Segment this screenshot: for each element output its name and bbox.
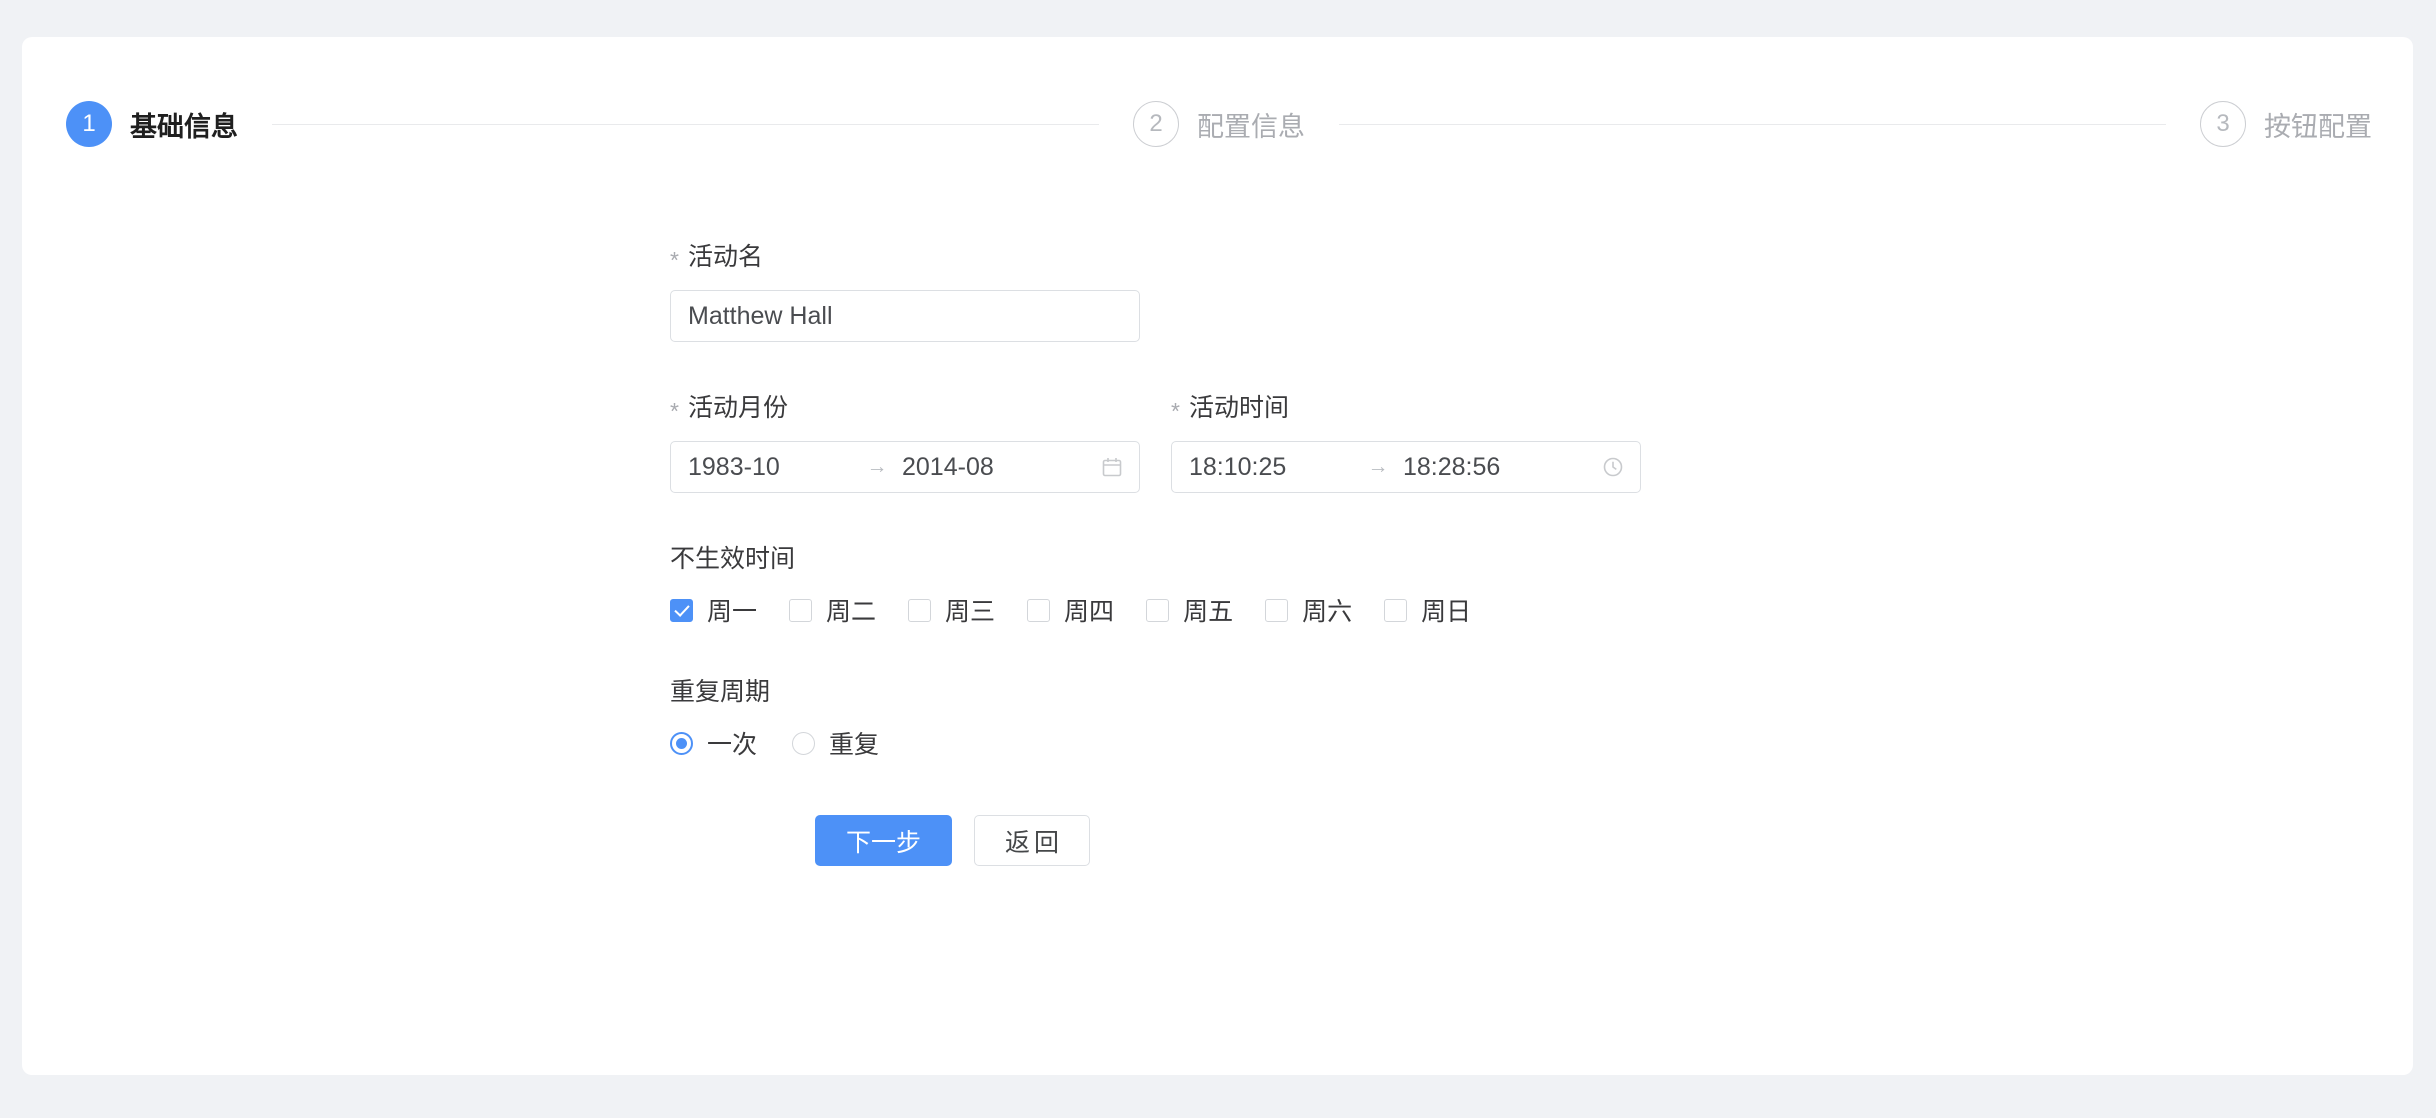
date-time-row: * 活动月份 1983-10 → 2014-08 * 活动时间 18:10:25… [670,388,2370,493]
radio-label-repeat: 重复 [829,731,880,759]
label-activity-name: * 活动名 [670,237,2370,273]
step-number-2: 2 [1149,110,1163,137]
step-number-3: 3 [2216,110,2230,137]
checkbox-label-3: 周三 [945,598,996,626]
label-text-activity-month: 活动月份 [687,394,788,422]
activity-month-end[interactable]: 2014-08 [899,453,1069,482]
field-activity-name: * 活动名 Matthew Hall [670,237,2370,342]
step-connector-1-2 [272,123,1099,125]
step-number-1: 1 [82,110,96,137]
label-activity-time: * 活动时间 [1171,388,1641,424]
checkbox-box-1[interactable] [670,598,693,622]
step-number-circle-1: 1 [66,101,112,147]
activity-name-value: Matthew Hall [688,301,833,330]
radio-label-once: 一次 [707,731,758,759]
activity-time-separator: → [1367,455,1389,478]
step-item-1[interactable]: 1 基础信息 [66,101,238,147]
back-button[interactable]: 返回 [974,815,1091,866]
label-activity-month: * 活动月份 [670,388,1140,424]
step-title-1: 基础信息 [130,111,238,142]
checkbox-box-7[interactable] [1384,598,1408,622]
radio-circle-once[interactable] [670,731,693,755]
checkbox-box-2[interactable] [789,598,813,622]
steps-indicator: 1 基础信息 2 配置信息 3 按钮配置 [66,95,2372,153]
step-number-circle-2: 2 [1133,101,1179,147]
checkbox-weekday-5[interactable]: 周五 [1146,592,1233,628]
repeat-cycle-radio-group: 一次 重复 [670,725,2370,761]
checkbox-box-6[interactable] [1265,598,1289,622]
activity-time-range-picker[interactable]: 18:10:25 → 18:28:56 [1171,441,1641,493]
radio-once[interactable]: 一次 [670,725,757,761]
label-text-activity-time: 活动时间 [1188,394,1289,422]
calendar-icon [1099,454,1125,480]
checkbox-label-6: 周六 [1302,598,1353,626]
field-repeat-cycle: 重复周期 一次 重复 [670,672,2370,761]
clock-icon [1600,454,1626,480]
activity-name-input[interactable]: Matthew Hall [670,290,1140,342]
checkbox-label-2: 周二 [826,598,877,626]
field-activity-month: * 活动月份 1983-10 → 2014-08 [670,388,1140,493]
activity-month-start[interactable]: 1983-10 [685,453,855,482]
label-text-activity-name: 活动名 [687,243,763,271]
form-actions: 下一步 返回 [815,815,2370,866]
checkbox-box-4[interactable] [1027,598,1051,622]
step-title-3: 按钮配置 [2264,111,2372,142]
label-repeat-cycle: 重复周期 [670,672,2370,708]
page-root: 1 基础信息 2 配置信息 3 按钮配置 * 活动名 Matthew Hall … [0,0,2436,1118]
step-connector-2-3 [1339,123,2166,125]
label-text-inactive-time: 不生效时间 [670,545,796,573]
checkbox-weekday-7[interactable]: 周日 [1384,592,1471,628]
field-activity-time: * 活动时间 18:10:25 → 18:28:56 [1171,388,1641,493]
form-card: 1 基础信息 2 配置信息 3 按钮配置 * 活动名 Matthew Hall … [22,37,2413,1075]
step-item-2[interactable]: 2 配置信息 [1133,101,1305,147]
label-text-repeat-cycle: 重复周期 [670,678,771,706]
step-number-circle-3: 3 [2200,101,2246,147]
checkbox-label-1: 周一 [707,598,758,626]
checkbox-label-4: 周四 [1064,598,1115,626]
step-item-3[interactable]: 3 按钮配置 [2200,101,2372,147]
radio-repeat[interactable]: 重复 [792,725,879,761]
required-asterisk-activity-name: * [670,247,679,273]
checkbox-weekday-6[interactable]: 周六 [1265,592,1352,628]
label-inactive-time: 不生效时间 [670,539,2370,575]
checkbox-weekday-4[interactable]: 周四 [1027,592,1114,628]
step-title-2: 配置信息 [1197,111,1305,142]
activity-time-end[interactable]: 18:28:56 [1400,453,1570,482]
activity-form: * 活动名 Matthew Hall * 活动月份 1983-10 → 2014… [670,237,2370,866]
radio-circle-repeat[interactable] [792,731,816,755]
checkbox-label-5: 周五 [1183,598,1234,626]
field-inactive-time: 不生效时间 周一 周二 周三 周四 周五 周六 周日 [670,539,2370,628]
weekday-checkbox-group: 周一 周二 周三 周四 周五 周六 周日 [670,592,2370,628]
activity-month-separator: → [866,455,888,478]
required-asterisk-activity-time: * [1171,398,1180,424]
checkbox-box-3[interactable] [908,598,932,622]
next-step-button[interactable]: 下一步 [815,815,953,866]
checkbox-weekday-2[interactable]: 周二 [789,592,876,628]
activity-time-start[interactable]: 18:10:25 [1186,453,1356,482]
checkbox-weekday-1[interactable]: 周一 [670,592,757,628]
activity-month-range-picker[interactable]: 1983-10 → 2014-08 [670,441,1140,493]
required-asterisk-activity-month: * [670,398,679,424]
checkbox-weekday-3[interactable]: 周三 [908,592,995,628]
checkbox-label-7: 周日 [1421,598,1472,626]
checkbox-box-5[interactable] [1146,598,1170,622]
